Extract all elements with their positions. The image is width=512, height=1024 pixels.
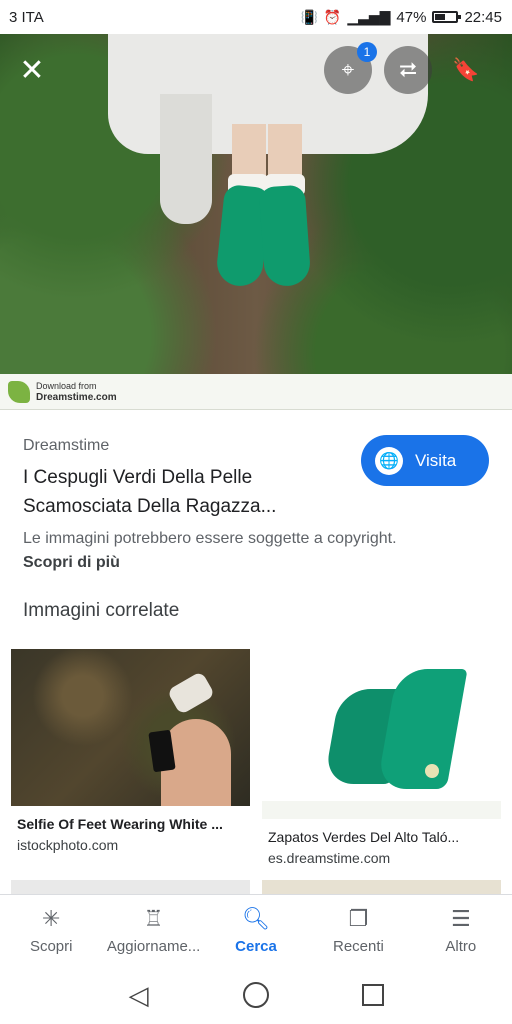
search-icon: 🔍︎ <box>242 906 270 931</box>
nav-label: Altro <box>445 938 477 955</box>
hero-image[interactable]: ✕ ⌖ 1 ⮂ 🔖 <box>0 34 512 410</box>
system-navigation: ◁ <box>0 966 512 1024</box>
nav-aggiornamenti[interactable]: ♖ Aggiorname... <box>102 895 204 966</box>
copyright-notice: Le immagini potrebbero essere soggette a… <box>23 530 397 547</box>
nav-label: Recenti <box>332 938 384 955</box>
nav-cerca[interactable]: 🔍︎ Cerca <box>205 895 307 966</box>
result-title[interactable]: I Cespugli Verdi Della Pelle Scamosciata… <box>23 463 343 521</box>
nav-altro[interactable]: ☰ Altro <box>410 895 512 966</box>
watermark-text: Download from Dreamstime.com <box>36 381 117 403</box>
related-card[interactable]: Selfie Of Feet Wearing White ... istockp… <box>11 649 251 853</box>
related-card[interactable]: Zapatos Verdes Del Alto Taló... es.dream… <box>262 649 502 866</box>
clock: 22:45 <box>464 8 502 26</box>
menu-icon: ☰ <box>450 906 471 931</box>
sneaker-shape <box>166 670 216 716</box>
lens-badge: 1 <box>357 42 377 62</box>
related-thumbnail-peek[interactable] <box>11 880 250 894</box>
overview-button[interactable] <box>357 979 389 1011</box>
dreamstime-logo <box>8 380 30 403</box>
thumbnail-watermark <box>262 801 501 819</box>
alarm-icon: ⏰ <box>323 8 342 25</box>
share-button[interactable]: ⮂ <box>384 46 432 94</box>
bookmark-button[interactable]: 🔖 <box>442 46 490 94</box>
nav-recenti[interactable]: ❐ Recenti <box>307 895 409 966</box>
nav-label: Scopri <box>29 938 73 955</box>
updates-icon: ♖ <box>143 906 164 931</box>
bottom-navigation: ✳ Scopri ♖ Aggiorname... 🔍︎ Cerca ❐ Rece… <box>0 894 512 966</box>
related-heading: Immagini correlate <box>23 600 180 621</box>
close-icon: ✕ <box>19 53 45 87</box>
carrier-label: 3 ITA <box>9 8 44 26</box>
related-thumbnail[interactable] <box>11 649 250 806</box>
share-icon: ⮂ <box>399 57 417 82</box>
result-source: Dreamstime <box>23 437 110 454</box>
related-thumbnail[interactable] <box>262 649 501 819</box>
asterisk-icon: ✳ <box>41 906 61 931</box>
vibrate-icon: 📳 <box>300 8 318 25</box>
related-title[interactable]: Zapatos Verdes Del Alto Taló... <box>262 829 502 845</box>
visit-label: Visita <box>415 450 457 470</box>
shoe-buckle <box>425 764 439 778</box>
learn-more-link[interactable]: Scopri di più <box>23 554 120 572</box>
signal-4g-icon: ▁▃▅▇ <box>347 8 391 25</box>
nav-label: Aggiorname... <box>106 938 201 955</box>
battery-fill <box>435 14 445 20</box>
battery-icon <box>432 11 462 23</box>
recent-tabs-icon: ❐ <box>348 906 369 931</box>
home-button[interactable] <box>240 979 272 1011</box>
nav-scopri[interactable]: ✳ Scopri <box>0 895 102 966</box>
status-icons: 📳 ⏰ ▁▃▅▇ 47% 22:45 <box>300 9 502 26</box>
nav-label: Cerca <box>235 938 277 955</box>
status-bar: 3 ITA 📳 ⏰ ▁▃▅▇ 47% 22:45 <box>0 0 512 34</box>
bookmark-icon: 🔖 <box>452 57 480 82</box>
globe-icon: 🌐 <box>375 446 403 475</box>
shoe-right <box>258 184 312 288</box>
overview-icon <box>362 984 385 1006</box>
related-title[interactable]: Selfie Of Feet Wearing White ... <box>11 816 251 832</box>
lens-icon: ⌖ <box>341 57 355 82</box>
visit-button[interactable]: 🌐 Visita <box>361 435 489 486</box>
watermark-line2: Dreamstime.com <box>36 391 117 403</box>
battery-percent: 47% <box>396 8 427 26</box>
related-site: istockphoto.com <box>17 837 119 853</box>
related-thumbnail-peek[interactable] <box>262 880 501 894</box>
back-button[interactable]: ◁ <box>123 979 155 1011</box>
watermark-line1: Download from <box>36 380 97 391</box>
related-site: es.dreamstime.com <box>268 850 391 866</box>
heel-shape-front <box>376 669 468 789</box>
dress-fold <box>160 94 212 224</box>
image-watermark: Download from Dreamstime.com <box>0 374 512 410</box>
home-icon <box>242 982 269 1008</box>
close-button[interactable]: ✕ <box>8 46 56 94</box>
back-icon: ◁ <box>128 979 149 1010</box>
